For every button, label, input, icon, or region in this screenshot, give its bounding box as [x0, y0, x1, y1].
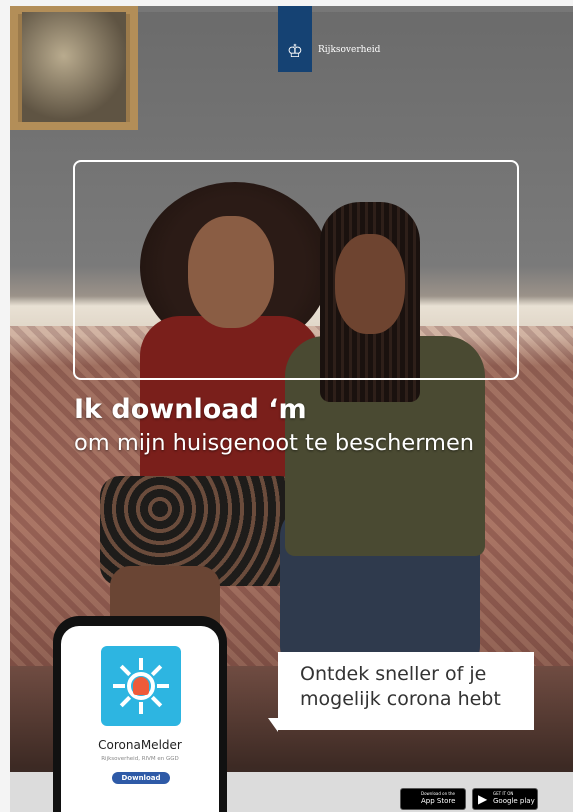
painting: [22, 12, 126, 122]
bell-icon: [133, 677, 149, 695]
app-publisher: Rijksoverheid, RIVM en GGD: [101, 756, 179, 762]
phone-screen: CoronaMelder Rijksoverheid, RIVM en GGD …: [61, 626, 219, 812]
speech-bubble-tail: [268, 718, 278, 732]
rijksoverheid-logo: ♔: [278, 6, 312, 72]
app-store-badge[interactable]: Download on the App Store: [400, 788, 466, 810]
painting-frame: [10, 6, 138, 130]
headline: Ik download ‘m: [74, 394, 307, 425]
google-play-label: Google play: [493, 797, 535, 805]
logo-text: Rijksoverheid: [318, 45, 381, 55]
speech-bubble-text: Ontdek sneller of je mogelijk corona heb…: [300, 662, 501, 712]
app-store-label: App Store: [421, 797, 456, 805]
phone-mockup: CoronaMelder Rijksoverheid, RIVM en GGD …: [53, 616, 227, 812]
download-button[interactable]: Download: [112, 772, 170, 784]
google-play-badge[interactable]: ▶ GET IT ON Google play: [472, 788, 538, 810]
app-store-small-text: Download on the: [421, 791, 455, 796]
subheadline: om mijn huisgenoot te beschermen: [74, 430, 475, 456]
speech-bubble: Ontdek sneller of je mogelijk corona heb…: [278, 652, 534, 730]
google-play-icon: ▶: [478, 792, 488, 806]
corona-melder-icon[interactable]: [101, 646, 181, 726]
google-play-small-text: GET IT ON: [493, 791, 514, 796]
app-name: CoronaMelder: [98, 738, 182, 752]
bubble-line-2: mogelijk corona hebt: [300, 688, 501, 710]
bubble-line-1: Ontdek sneller of je: [300, 663, 487, 685]
coat-of-arms-icon: ♔: [286, 41, 304, 62]
focus-frame: [73, 160, 519, 380]
